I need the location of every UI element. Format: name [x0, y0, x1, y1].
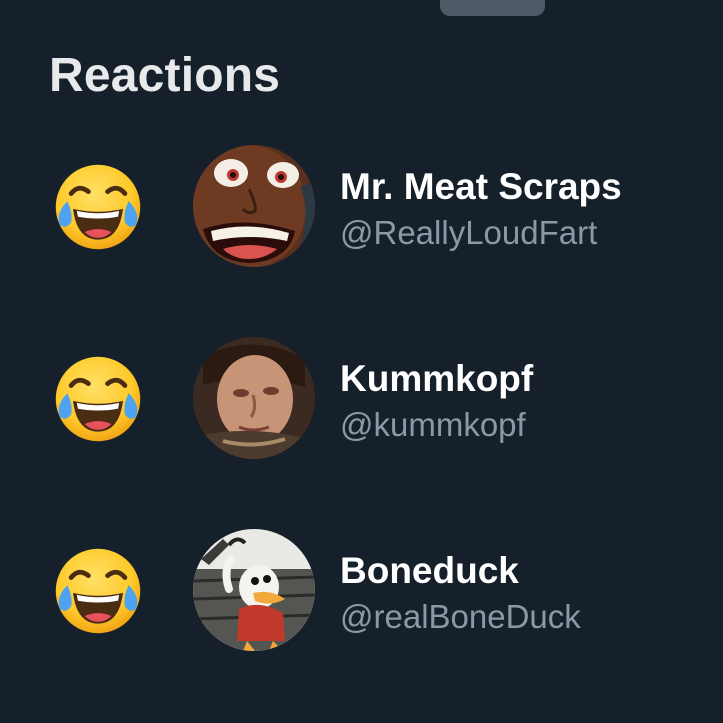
sheet-drag-handle[interactable]: [440, 0, 545, 16]
reaction-row-0[interactable]: Mr. Meat Scraps @ReallyLoudFart: [0, 145, 723, 269]
user-handle[interactable]: @ReallyLoudFart: [340, 214, 597, 252]
user-handle[interactable]: @realBoneDuck: [340, 598, 581, 636]
avatar[interactable]: [193, 529, 315, 651]
face-with-tears-of-joy-icon: [55, 356, 141, 442]
user-display-name[interactable]: Mr. Meat Scraps: [340, 166, 622, 208]
face-with-tears-of-joy-icon: [55, 164, 141, 250]
reactions-sheet: Reactions Mr. Meat Scraps @ReallyLoudFar…: [0, 0, 723, 723]
face-with-tears-of-joy-icon: [55, 548, 141, 634]
page-title: Reactions: [49, 49, 281, 102]
user-display-name[interactable]: Kummkopf: [340, 358, 533, 400]
user-handle[interactable]: @kummkopf: [340, 406, 526, 444]
reaction-row-2[interactable]: Boneduck @realBoneDuck: [0, 529, 723, 653]
avatar[interactable]: [193, 337, 315, 459]
reaction-row-1[interactable]: Kummkopf @kummkopf: [0, 337, 723, 461]
user-display-name[interactable]: Boneduck: [340, 550, 519, 592]
avatar[interactable]: [193, 145, 315, 267]
